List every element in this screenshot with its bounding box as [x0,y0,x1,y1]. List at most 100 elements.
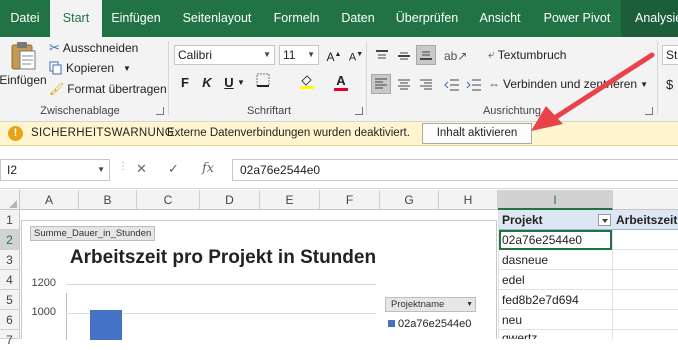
align-center-icon[interactable] [394,75,414,95]
pivot-row-item[interactable]: neu [499,310,612,330]
tab-analysieren[interactable]: Analysieren [621,0,678,37]
column-header-b[interactable]: B [79,190,137,210]
gridline [66,284,376,285]
y-tick-label: 1000 [31,306,56,318]
tab-ansicht[interactable]: Ansicht [467,0,533,37]
wrap-text-button[interactable]: ⤶ Textumbruch [488,47,566,62]
select-all-corner[interactable] [0,190,20,210]
legend-field-label: Projektname [391,299,445,310]
chevron-down-icon: ▼ [466,301,473,308]
number-format-combo[interactable]: Sta [662,45,678,65]
orientation-icon[interactable]: ab↗ [444,45,467,67]
copy-button[interactable]: Kopieren ▼ [49,61,131,75]
chart-bar[interactable] [90,310,122,340]
ribbon-tab-bar: Datei Start Einfügen Seitenlayout Formel… [0,0,678,37]
increase-font-button[interactable]: A▲ [323,44,345,66]
decrease-indent-icon[interactable] [442,75,462,95]
tab-einfuegen[interactable]: Einfügen [102,0,170,37]
increase-indent-icon[interactable] [464,75,484,95]
pivot-header-projekt[interactable]: Projekt [499,210,613,230]
tab-seitenlayout[interactable]: Seitenlayout [170,0,264,37]
group-label-alignment: Ausrichtung [482,105,542,117]
legend-swatch [388,320,395,327]
cancel-icon[interactable]: ✕ [136,161,147,177]
group-label-font: Schriftart [246,105,291,117]
cut-button[interactable]: ✂ Ausschneiden [49,40,138,56]
bold-button[interactable]: F [174,72,196,94]
paintbrush-icon: 🖌 [49,82,65,96]
clipboard-launcher[interactable] [156,107,164,115]
tab-daten[interactable]: Daten [329,0,387,37]
merge-center-label: Verbinden und zentrieren [503,77,638,91]
column-header-i[interactable]: I [498,190,613,210]
font-color-button[interactable]: A [330,70,352,92]
font-name-value: Calibri [178,48,213,62]
row-header-7[interactable]: 7 [0,330,20,347]
column-header-a[interactable]: A [20,190,79,210]
format-painter-button[interactable]: 🖌 Format übertragen [49,82,167,96]
merge-center-button[interactable]: ⇔ Verbinden und zentrieren ▼ [488,77,648,91]
confirm-icon[interactable]: ✓ [168,161,179,177]
italic-button[interactable]: K [196,72,218,94]
clipboard-icon [11,42,36,70]
pivot-row-item[interactable]: 02a76e2544e0 [499,230,612,250]
pivot-chart[interactable]: Summe_Dauer_in_Stunden Arbeitszeit pro P… [21,220,497,340]
column-header-c[interactable]: C [137,190,200,210]
paste-button[interactable]: Einfügen [0,41,47,99]
font-name-combo[interactable]: Calibri ▼ [174,45,275,65]
row-header-3[interactable]: 3 [0,250,20,270]
row-header-2[interactable]: 2 [0,230,20,250]
pivot-row-item[interactable]: dasneue [499,250,612,270]
cut-label: Ausschneiden [62,41,139,55]
row-header-1[interactable]: 1 [0,210,20,230]
align-right-icon[interactable] [416,75,436,95]
column-header-h[interactable]: H [439,190,498,210]
chevron-down-icon: ▼ [640,79,649,89]
pivot-row-item[interactable]: fed8b2e7d694 [499,290,612,310]
row-header-4[interactable]: 4 [0,270,20,290]
fill-color-icon[interactable] [296,72,318,94]
align-middle-icon[interactable] [394,46,414,66]
underline-options-icon[interactable]: ▼ [236,72,246,94]
chevron-down-icon: ▼ [123,63,131,73]
font-launcher[interactable] [355,107,363,115]
pivot-row-item[interactable]: qwertz [499,330,612,339]
column-header-d[interactable]: D [200,190,260,210]
filter-dropdown-icon[interactable] [598,214,611,226]
formula-input[interactable]: 02a76e2544e0 [232,159,678,181]
tab-ueberpruefen[interactable]: Überprüfen [387,0,467,37]
align-top-icon[interactable] [372,46,392,66]
align-bottom-icon[interactable] [416,45,436,65]
tab-power-pivot[interactable]: Power Pivot [533,0,621,37]
insert-function-icon[interactable]: fx [202,161,214,176]
column-header-j[interactable] [613,190,678,210]
tab-datei[interactable]: Datei [0,0,50,37]
tab-start[interactable]: Start [50,0,102,37]
font-size-combo[interactable]: 11 ▼ [279,45,319,65]
row-header-6[interactable]: 6 [0,310,20,330]
tab-formeln[interactable]: Formeln [264,0,329,37]
value-field-button[interactable]: Summe_Dauer_in_Stunden [30,226,156,241]
legend-field-button[interactable]: Projektname ▼ [385,297,476,312]
decrease-font-button[interactable]: A▼ [345,44,367,66]
column-header-e[interactable]: E [260,190,320,210]
chart-title[interactable]: Arbeitszeit pro Projekt in Stunden [22,247,424,269]
security-warning-bar: ! SICHERHEITSWARNUNG Externe Datenverbin… [0,122,678,146]
row-header-5[interactable]: 5 [0,290,20,310]
pivot-header-arbeitszeit[interactable]: Arbeitszeit [613,210,678,230]
currency-button[interactable]: $ [666,77,673,92]
warning-icon: ! [8,126,23,141]
wrap-text-label: Textumbruch [497,47,567,62]
alignment-launcher[interactable] [645,107,653,115]
font-size-value: 11 [283,48,296,62]
align-left-icon[interactable] [371,74,391,94]
security-warning-title: SICHERHEITSWARNUNG [31,127,174,139]
borders-icon[interactable] [252,72,274,94]
enable-content-button[interactable]: Inhalt aktivieren [422,123,532,144]
column-header-f[interactable]: F [320,190,380,210]
chevron-down-icon: ▼ [97,165,105,174]
name-box[interactable]: I2 ▼ [0,159,110,181]
column-header-g[interactable]: G [380,190,439,210]
copy-label: Kopieren [66,61,115,75]
pivot-row-item[interactable]: edel [499,270,612,290]
